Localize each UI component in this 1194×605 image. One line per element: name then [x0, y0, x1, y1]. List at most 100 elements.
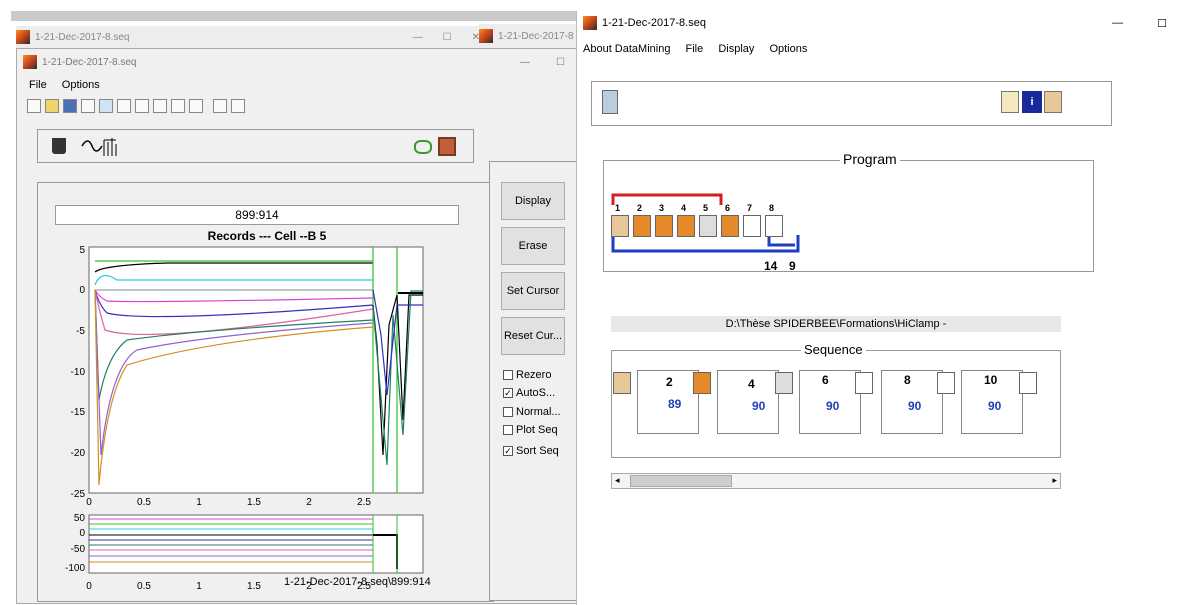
program-step-diamond[interactable]: [699, 215, 717, 237]
menu-about-datamining[interactable]: About DataMining: [583, 43, 670, 55]
seq-loop-icon[interactable]: [1019, 372, 1037, 394]
edit-pencil-icon[interactable]: [1001, 91, 1019, 113]
menu-file[interactable]: File: [29, 79, 47, 91]
x-tick: 1.5: [247, 581, 261, 592]
zoom-in-icon[interactable]: [117, 99, 131, 113]
minimize-icon[interactable]: —: [413, 32, 423, 43]
seq-neuron-icon[interactable]: [613, 372, 631, 394]
menu-file[interactable]: File: [686, 43, 704, 55]
program-step[interactable]: [721, 215, 739, 237]
seq-value: 89: [668, 397, 682, 411]
menu-display[interactable]: Display: [718, 43, 754, 55]
plot-seq-label: Plot Seq: [516, 424, 558, 436]
erase-button[interactable]: Erase: [501, 227, 565, 265]
left-menubar: File Options: [29, 79, 112, 91]
program-number: 7: [747, 203, 753, 213]
seq-diamond-icon[interactable]: [775, 372, 793, 394]
reset-cursor-button[interactable]: Reset Cur...: [501, 317, 565, 355]
seq-number: 8: [904, 373, 911, 387]
left-window-titlebar[interactable]: 1-21-Dec-2017-8.seq — ☐: [17, 49, 577, 75]
maximize-icon[interactable]: ☐: [443, 32, 452, 43]
x-tick: 1: [196, 581, 202, 592]
middle-window-title: 1-21-Dec-2017-8: [498, 30, 574, 42]
back-window-title[interactable]: 1-21-Dec-2017-8.seq — ☐ ✕: [16, 26, 486, 48]
seq-step-icon[interactable]: [693, 372, 711, 394]
network-icon[interactable]: [414, 140, 432, 154]
x-tick: 0.5: [137, 497, 151, 507]
seq-loop-icon[interactable]: [855, 372, 873, 394]
program-number: 1: [615, 203, 621, 213]
bottom-label: 1-21-Dec-2017-8.seq\899:914: [284, 576, 431, 588]
pointer-icon[interactable]: [99, 99, 113, 113]
middle-window-tab[interactable]: 1-21-Dec-2017-8: [479, 24, 579, 48]
zoom-out-icon[interactable]: [135, 99, 149, 113]
colorbar-icon[interactable]: [213, 99, 227, 113]
portrait-icon[interactable]: [438, 137, 456, 156]
trash-icon[interactable]: [52, 138, 66, 154]
x-tick: 1.5: [247, 497, 261, 507]
program-step-neuron[interactable]: [611, 215, 629, 237]
program-number: 4: [681, 203, 687, 213]
maximize-icon[interactable]: ☐: [556, 57, 565, 68]
scroll-left-arrow-icon[interactable]: ◂: [615, 475, 620, 486]
open-folder-icon[interactable]: [45, 99, 59, 113]
program-step-loop-icon[interactable]: [743, 215, 761, 237]
y-tick: 0: [79, 285, 85, 296]
y-tick: 0: [79, 528, 85, 539]
program-step[interactable]: [655, 215, 673, 237]
neuron-icon[interactable]: [1044, 91, 1062, 113]
minimize-icon[interactable]: —: [1112, 17, 1123, 29]
scroll-thumb[interactable]: [630, 475, 732, 487]
seq-card[interactable]: 6 90: [799, 370, 861, 434]
y-tick: -50: [71, 544, 86, 555]
seq-card[interactable]: 8 90: [881, 370, 943, 434]
program-step-repeat-icon[interactable]: [765, 215, 783, 237]
menu-options[interactable]: Options: [62, 79, 100, 91]
display-button[interactable]: Display: [501, 182, 565, 220]
seq-card[interactable]: 2 89: [637, 370, 699, 434]
save-icon[interactable]: [63, 99, 77, 113]
plot-seq-checkbox[interactable]: Plot Seq: [503, 424, 558, 436]
new-file-icon[interactable]: [27, 99, 41, 113]
sequence-scrollbar[interactable]: ◂ ▸: [611, 473, 1061, 489]
right-titlebar[interactable]: 1-21-Dec-2017-8.seq — ☐: [577, 11, 1194, 35]
loop-count-9: 9: [789, 259, 796, 273]
rezero-label: Rezero: [516, 369, 552, 381]
seq-loop-icon[interactable]: [937, 372, 955, 394]
maximize-icon[interactable]: ☐: [1157, 17, 1167, 30]
y-tick: 50: [74, 513, 86, 524]
program-step[interactable]: [677, 215, 695, 237]
menu-options[interactable]: Options: [769, 43, 807, 55]
x-tick: 0: [86, 581, 92, 592]
y-tick: -5: [76, 326, 85, 337]
sequence-label: Sequence: [801, 342, 866, 357]
set-cursor-button[interactable]: Set Cursor: [501, 272, 565, 310]
seq-value: 90: [908, 399, 922, 413]
desktop-strip: [11, 11, 579, 21]
autoscale-checkbox[interactable]: ✓ AutoS...: [503, 387, 555, 399]
main-plot-yticks: 5 0 -5 -10 -15 -20 -25: [71, 245, 86, 500]
rotate-icon[interactable]: [171, 99, 185, 113]
seq-card[interactable]: 4 90: [717, 370, 779, 434]
normalize-label: Normal...: [516, 406, 561, 418]
program-number: 2: [637, 203, 643, 213]
x-tick: 2.5: [357, 497, 371, 507]
legend-icon[interactable]: [231, 99, 245, 113]
main-plot-xticks: 0 0.5 1 1.5 2 2.5: [86, 497, 371, 507]
calculator-icon[interactable]: [602, 90, 618, 114]
seq-card[interactable]: 10 90: [961, 370, 1023, 434]
matlab-icon: [479, 29, 493, 43]
waveform-icon[interactable]: [80, 134, 120, 158]
data-cursor-icon[interactable]: [189, 99, 203, 113]
info-icon[interactable]: i: [1022, 91, 1042, 113]
normalize-checkbox[interactable]: Normal...: [503, 406, 561, 418]
program-step[interactable]: [633, 215, 651, 237]
rezero-checkbox[interactable]: Rezero: [503, 369, 551, 381]
sort-seq-checkbox[interactable]: ✓ Sort Seq: [503, 445, 559, 457]
minimize-icon[interactable]: —: [520, 57, 530, 68]
program-number: 6: [725, 203, 731, 213]
pan-hand-icon[interactable]: [153, 99, 167, 113]
main-plot[interactable]: 0 0.5 1 1.5 2 2.5 5 0 -5 -10 -15 -20 -25: [47, 235, 447, 507]
print-icon[interactable]: [81, 99, 95, 113]
scroll-right-arrow-icon[interactable]: ▸: [1052, 475, 1057, 486]
